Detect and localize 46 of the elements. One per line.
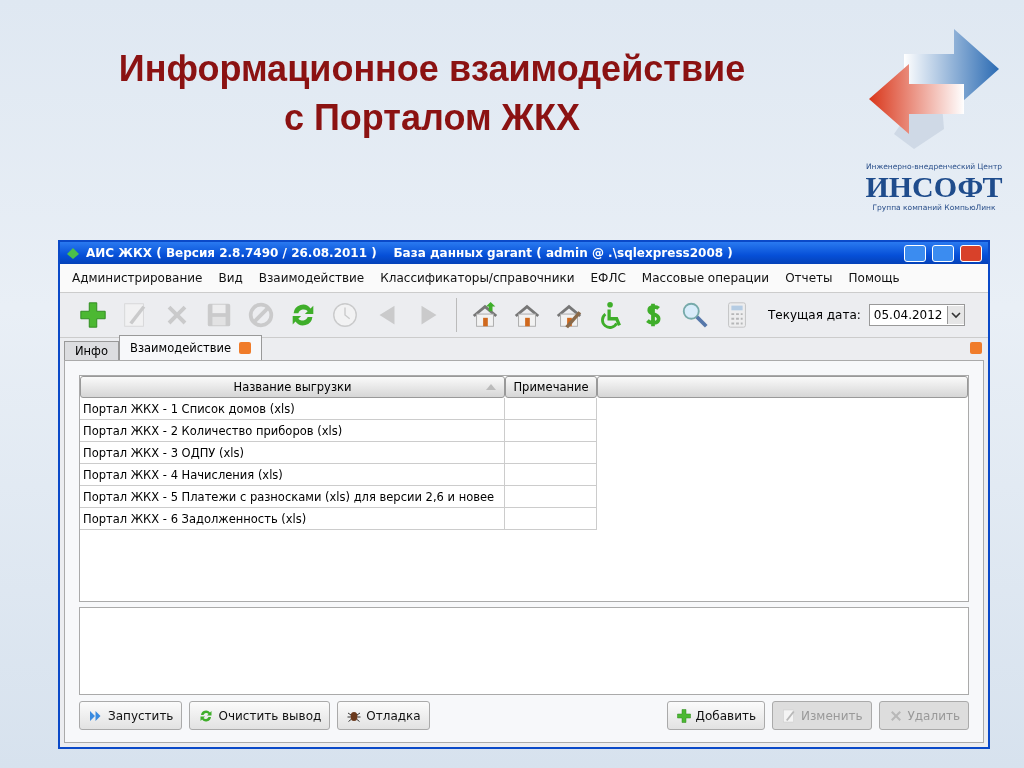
plus-icon [77,300,108,330]
menu-item[interactable]: Взаимодействие [250,271,373,285]
table-cell[interactable] [505,420,597,442]
refresh-icon [198,707,215,724]
window-title: АИС ЖКХ ( Версия 2.8.7490 / 26.08.2011 ) База данных garant ( admin @ .\sqlexpress2008 ) [86,246,734,260]
table-cell[interactable]: Портал ЖКХ - 4 Начисления (xls) [80,464,505,486]
table-cell[interactable] [505,508,597,530]
maximize-button[interactable] [932,244,954,262]
action-button[interactable]: Очистить вывод [189,701,331,730]
menu-item[interactable]: Отчеты [777,271,841,285]
slide-title: Информационное взаимодействие [118,47,746,91]
column-header[interactable]: Примечание [505,376,597,398]
table-cell[interactable]: Портал ЖКХ - 5 Платежи с разносками (xls) для версии 2,6 и новее [80,486,505,508]
table-cell[interactable]: Портал ЖКХ - 6 Задолженность (xls) [80,508,505,530]
tab[interactable]: Инфо [64,341,119,360]
menu-item[interactable]: Администрирование [64,271,211,285]
tab-close-icon[interactable] [239,342,252,354]
column-header[interactable]: Название выгрузки [80,376,505,398]
table-cell[interactable] [505,442,597,464]
dropdown-caret-icon [950,311,961,319]
table-cell[interactable] [505,464,597,486]
menu-item[interactable]: Классификаторы/справочники [372,271,583,285]
table-cell[interactable] [505,398,597,420]
close-all-tabs-icon[interactable] [970,342,982,354]
close-button[interactable] [960,244,982,262]
slide-title: с Порталом ЖКХ [283,96,581,140]
menu-item[interactable]: Вид [210,271,251,285]
plus-icon [675,707,692,724]
action-button[interactable]: Запустить [79,701,183,730]
app-icon [66,246,80,260]
action-button[interactable]: Отладка [337,701,430,730]
logo-wordmark: ИНСОФТ [865,171,1003,203]
minimize-button[interactable] [904,244,926,262]
table-cell[interactable]: Портал ЖКХ - 2 Количество приборов (xls) [80,420,505,442]
action-button[interactable]: Добавить [666,701,765,730]
menu-item[interactable]: ЕФЛС [582,271,634,285]
column-header[interactable] [597,376,968,398]
tab[interactable]: Взаимодействие [119,335,263,360]
date-label: Текущая дата: [768,308,861,322]
pencil-icon [781,707,797,724]
table-cell[interactable]: Портал ЖКХ - 1 Список домов (xls) [80,398,505,420]
table-cell[interactable]: Портал ЖКХ - 3 ОДПУ (xls) [80,442,505,464]
date-field[interactable]: 05.04.2012 [868,304,965,326]
menu-item[interactable]: Массовые операции [633,271,778,285]
table-cell[interactable] [505,486,597,508]
menu-item[interactable]: Помощь [840,271,908,285]
